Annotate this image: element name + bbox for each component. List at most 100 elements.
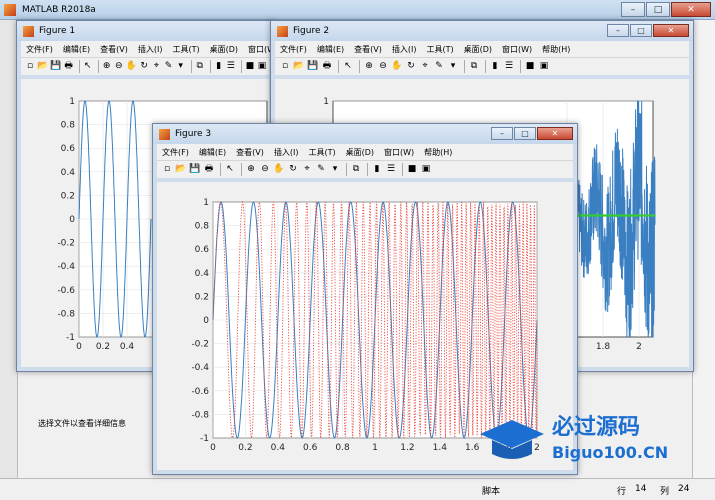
zoom-out-icon[interactable]: ⊖: [377, 61, 389, 73]
legend-icon[interactable]: ☰: [503, 61, 515, 73]
hide-plot-tools-icon[interactable]: ■: [524, 61, 536, 73]
brush-dropdown-icon[interactable]: ▾: [329, 164, 341, 176]
save-icon[interactable]: 💾: [307, 61, 319, 73]
menu-item[interactable]: 编辑(E): [63, 44, 90, 55]
watermark-en: Biguo100.CN: [552, 443, 668, 462]
menu-item[interactable]: 工具(T): [426, 44, 453, 55]
figure-title: Figure 3: [175, 129, 212, 139]
close-button[interactable]: ✕: [537, 127, 573, 140]
toolbar-separator: [209, 60, 211, 73]
brush-icon[interactable]: ✎: [433, 61, 445, 73]
menu-item[interactable]: 编辑(E): [317, 44, 344, 55]
toolbar-separator: [338, 60, 339, 73]
x-tick-label: 0.8: [335, 443, 350, 453]
toolbar-separator: [97, 60, 99, 73]
legend-icon[interactable]: ☰: [226, 61, 236, 73]
menu-item[interactable]: 帮助(H): [424, 147, 452, 158]
show-plot-tools-icon[interactable]: ▣: [538, 61, 550, 73]
zoom-out-icon[interactable]: ⊖: [259, 164, 271, 176]
rotate-icon[interactable]: ↻: [405, 61, 417, 73]
colorbar-icon[interactable]: ▮: [371, 164, 383, 176]
print-icon[interactable]: 🖶: [321, 61, 333, 73]
brush-icon[interactable]: ✎: [315, 164, 327, 176]
menu-item[interactable]: 桌面(D): [464, 44, 492, 55]
brush-icon[interactable]: ✎: [163, 61, 173, 73]
new-figure-icon[interactable]: ▫: [279, 61, 291, 73]
select-arrow-icon[interactable]: ↖: [342, 61, 354, 73]
menu-item[interactable]: 查看(V): [236, 147, 264, 158]
zoom-in-icon[interactable]: ⊕: [102, 61, 112, 73]
data-cursor-icon[interactable]: ⌖: [301, 164, 313, 176]
pan-hand-icon[interactable]: ✋: [126, 61, 137, 73]
menu-item[interactable]: 查看(V): [354, 44, 382, 55]
figure-toolbar: ▫ 📂 💾 🖶 ↖ ⊕ ⊖ ✋ ↻ ⌖ ✎ ▾ ⧉ ▮ ☰ ■ ▣: [21, 57, 269, 75]
minimize-button[interactable]: –: [621, 2, 645, 17]
menu-item[interactable]: 文件(F): [280, 44, 307, 55]
open-icon[interactable]: 📂: [293, 61, 305, 73]
toolbar-separator: [359, 60, 360, 73]
minimize-button[interactable]: –: [491, 127, 513, 140]
link-plot-icon[interactable]: ⧉: [350, 164, 362, 176]
rotate-icon[interactable]: ↻: [287, 164, 299, 176]
zoom-in-icon[interactable]: ⊕: [245, 164, 257, 176]
hide-plot-tools-icon[interactable]: ■: [406, 164, 418, 176]
save-icon[interactable]: 💾: [189, 164, 201, 176]
data-cursor-icon[interactable]: ⌖: [151, 61, 161, 73]
legend-icon[interactable]: ☰: [385, 164, 397, 176]
close-button[interactable]: ✕: [671, 2, 711, 17]
close-button[interactable]: ✕: [653, 24, 689, 37]
toolbar-separator: [240, 60, 242, 73]
hide-plot-tools-icon[interactable]: ■: [245, 61, 255, 73]
brush-dropdown-icon[interactable]: ▾: [447, 61, 459, 73]
data-cursor-icon[interactable]: ⌖: [419, 61, 431, 73]
menu-item[interactable]: 桌面(D): [210, 44, 238, 55]
open-icon[interactable]: 📂: [175, 164, 187, 176]
save-icon[interactable]: 💾: [50, 61, 61, 73]
menu-item[interactable]: 桌面(D): [346, 147, 374, 158]
maximize-button[interactable]: □: [630, 24, 652, 37]
select-arrow-icon[interactable]: ↖: [224, 164, 236, 176]
menu-item[interactable]: 窗口(W): [502, 44, 532, 55]
y-tick-label: -0.4: [191, 363, 209, 373]
menu-item[interactable]: 编辑(E): [199, 147, 226, 158]
menu-item[interactable]: 文件(F): [26, 44, 53, 55]
status-row: 14: [635, 484, 647, 494]
menu-item[interactable]: 窗口(W): [384, 147, 414, 158]
toolbar-separator: [464, 60, 465, 73]
colorbar-icon[interactable]: ▮: [214, 61, 224, 73]
figure-toolbar: ▫ 📂 💾 🖶 ↖ ⊕ ⊖ ✋ ↻ ⌖ ✎ ▾ ⧉ ▮ ☰ ■ ▣: [275, 57, 689, 75]
menu-item[interactable]: 插入(I): [392, 44, 417, 55]
minimize-button[interactable]: –: [607, 24, 629, 37]
colorbar-icon[interactable]: ▮: [489, 61, 501, 73]
status-bar: 脚本 行 14 列 24: [0, 478, 715, 500]
select-arrow-icon[interactable]: ↖: [83, 61, 93, 73]
menu-item[interactable]: 查看(V): [100, 44, 128, 55]
pan-hand-icon[interactable]: ✋: [391, 61, 403, 73]
menu-item[interactable]: 插入(I): [274, 147, 299, 158]
link-plot-icon[interactable]: ⧉: [195, 61, 205, 73]
menu-item[interactable]: 工具(T): [308, 147, 335, 158]
open-icon[interactable]: 📂: [37, 61, 48, 73]
menu-item[interactable]: 工具(T): [172, 44, 199, 55]
zoom-in-icon[interactable]: ⊕: [363, 61, 375, 73]
maximize-button[interactable]: □: [646, 2, 670, 17]
show-plot-tools-icon[interactable]: ▣: [420, 164, 432, 176]
menu-item[interactable]: 插入(I): [138, 44, 163, 55]
x-tick-label: 0.2: [238, 443, 252, 453]
x-tick-label: 0.2: [96, 342, 110, 352]
show-plot-tools-icon[interactable]: ▣: [257, 61, 267, 73]
rotate-icon[interactable]: ↻: [139, 61, 149, 73]
zoom-out-icon[interactable]: ⊖: [114, 61, 124, 73]
link-plot-icon[interactable]: ⧉: [468, 61, 480, 73]
menu-item[interactable]: 文件(F): [162, 147, 189, 158]
pan-hand-icon[interactable]: ✋: [273, 164, 285, 176]
print-icon[interactable]: 🖶: [64, 61, 74, 73]
watermark-logo: 必过源码 Biguo100.CN: [480, 414, 668, 462]
y-tick-label: 0.2: [61, 191, 75, 201]
new-figure-icon[interactable]: ▫: [161, 164, 173, 176]
brush-dropdown-icon[interactable]: ▾: [176, 61, 186, 73]
new-figure-icon[interactable]: ▫: [25, 61, 35, 73]
maximize-button[interactable]: □: [514, 127, 536, 140]
menu-item[interactable]: 帮助(H): [542, 44, 570, 55]
print-icon[interactable]: 🖶: [203, 164, 215, 176]
